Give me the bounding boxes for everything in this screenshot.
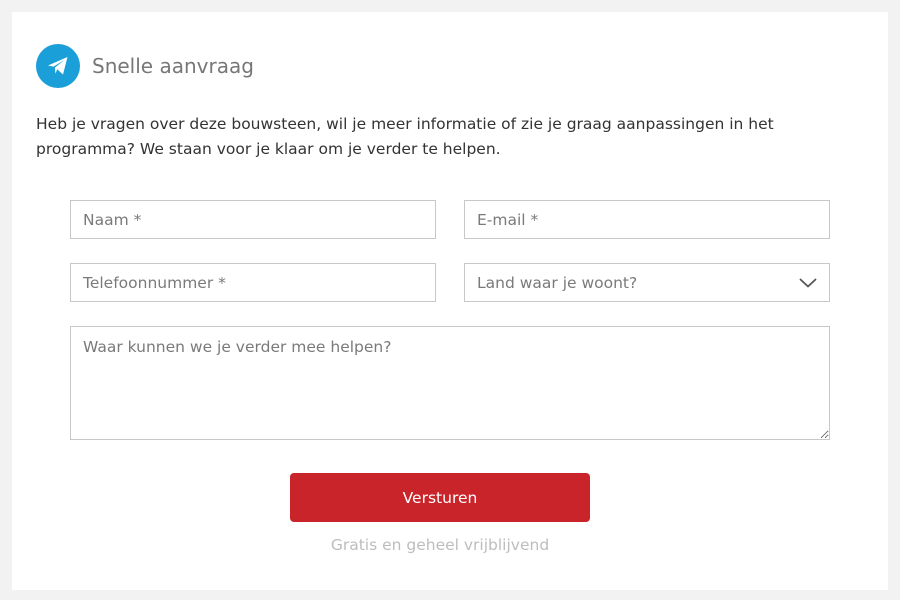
free-note: Gratis en geheel vrijblijvend — [330, 536, 550, 554]
paper-plane-icon — [36, 44, 80, 88]
submit-button[interactable]: Versturen — [290, 473, 590, 522]
card-header: Snelle aanvraag — [36, 44, 254, 88]
message-textarea[interactable] — [70, 326, 830, 440]
country-select[interactable]: Land waar je woont? — [464, 263, 830, 302]
country-select-value: Land waar je woont? — [477, 273, 638, 292]
quick-request-card: Snelle aanvraag Heb je vragen over deze … — [12, 12, 888, 590]
name-field[interactable] — [70, 200, 436, 239]
page-title: Snelle aanvraag — [92, 54, 254, 78]
intro-text: Heb je vragen over deze bouwsteen, wil j… — [36, 115, 774, 158]
phone-field[interactable] — [70, 263, 436, 302]
chevron-down-icon — [799, 278, 817, 288]
email-field[interactable] — [464, 200, 830, 239]
